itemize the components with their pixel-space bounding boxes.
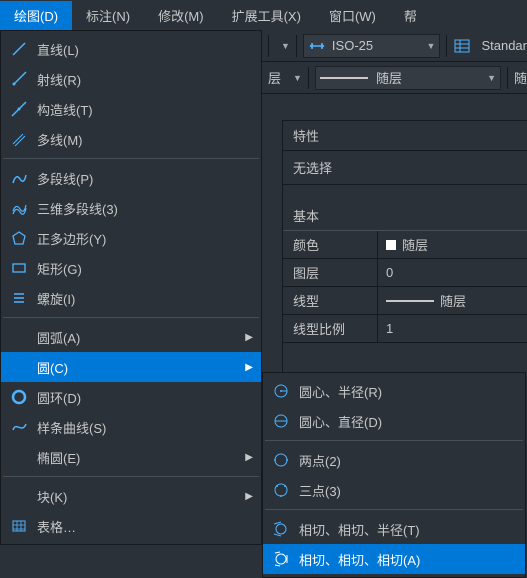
3dpolyline-icon bbox=[9, 198, 29, 218]
prop-layer[interactable]: 图层 0 bbox=[283, 259, 527, 287]
menubar-help[interactable]: 帮 bbox=[390, 1, 431, 30]
menubar-window[interactable]: 窗口(W) bbox=[315, 1, 390, 30]
color-swatch-icon bbox=[386, 240, 396, 250]
menu-ellipse[interactable]: 椭圆(E) ▶ bbox=[1, 442, 261, 472]
submenu-arrow-icon: ▶ bbox=[241, 452, 253, 463]
draw-menu: 直线(L) 射线(R) 构造线(T) 多线(M) 多段线(P) 三维多段线(3)… bbox=[0, 30, 262, 545]
circle-submenu: 圆心、半径(R) 圆心、直径(D) 两点(2) 三点(3) 相切、相切、半径(T… bbox=[262, 372, 526, 578]
polyline-icon bbox=[9, 168, 29, 188]
submenu-3points[interactable]: 三点(3) bbox=[263, 475, 525, 505]
selection-dropdown[interactable]: 无选择 bbox=[283, 151, 527, 185]
table-style-icon[interactable] bbox=[453, 38, 471, 54]
prop-ltscale[interactable]: 线型比例 1 bbox=[283, 315, 527, 343]
menu-3dpolyline[interactable]: 三维多段线(3) bbox=[1, 193, 261, 223]
menu-block[interactable]: 块(K) ▶ bbox=[1, 481, 261, 511]
menu-ray[interactable]: 射线(R) bbox=[1, 64, 261, 94]
submenu-arrow-icon: ▶ bbox=[241, 332, 253, 343]
menubar-modify[interactable]: 修改(M) bbox=[144, 1, 218, 30]
donut-icon bbox=[9, 387, 29, 407]
circle-cd-icon bbox=[271, 411, 291, 431]
dimstyle-dropdown[interactable]: ISO-25 ▼ bbox=[303, 34, 441, 58]
dimension-icon bbox=[308, 39, 326, 53]
menu-table[interactable]: 表格… bbox=[1, 511, 261, 541]
mline-icon bbox=[9, 129, 29, 149]
section-basic: 基本 bbox=[283, 201, 527, 231]
helix-icon bbox=[9, 288, 29, 308]
submenu-arrow-icon: ▶ bbox=[241, 491, 253, 502]
menu-mline[interactable]: 多线(M) bbox=[1, 124, 261, 154]
menu-donut[interactable]: 圆环(D) bbox=[1, 382, 261, 412]
menu-line[interactable]: 直线(L) bbox=[1, 34, 261, 64]
menubar-ext[interactable]: 扩展工具(X) bbox=[218, 1, 315, 30]
xline-icon bbox=[9, 99, 29, 119]
menu-arc[interactable]: 圆弧(A) ▶ bbox=[1, 322, 261, 352]
line-sample-icon bbox=[320, 77, 368, 79]
line-sample-icon bbox=[386, 300, 434, 302]
standard-label: Standar bbox=[481, 38, 527, 53]
submenu-ttt[interactable]: 相切、相切、相切(A) bbox=[263, 544, 525, 574]
menubar-dim[interactable]: 标注(N) bbox=[72, 1, 144, 30]
line-icon bbox=[9, 39, 29, 59]
submenu-arrow-icon: ▶ bbox=[241, 362, 253, 373]
menu-rectangle[interactable]: 矩形(G) bbox=[1, 253, 261, 283]
linetype-dropdown[interactable]: 随层 ▼ bbox=[315, 66, 501, 90]
noselect-label: 无选择 bbox=[293, 158, 332, 177]
submenu-center-radius[interactable]: 圆心、半径(R) bbox=[263, 376, 525, 406]
submenu-2points[interactable]: 两点(2) bbox=[263, 445, 525, 475]
circle-2p-icon bbox=[271, 450, 291, 470]
prop-linetype[interactable]: 线型 随层 bbox=[283, 287, 527, 315]
submenu-ttr[interactable]: 相切、相切、半径(T) bbox=[263, 514, 525, 544]
bylayer-value: 随层 bbox=[376, 68, 402, 87]
menu-xline[interactable]: 构造线(T) bbox=[1, 94, 261, 124]
toolbar-area: ▼ ISO-25 ▼ Standar 层 ▼ 随层 ▼ 随 bbox=[262, 30, 527, 125]
menu-polygon[interactable]: 正多边形(Y) bbox=[1, 223, 261, 253]
spline-icon bbox=[9, 417, 29, 437]
caret-icon: ▼ bbox=[281, 41, 290, 51]
dimstyle-value: ISO-25 bbox=[332, 38, 373, 53]
circle-cr-icon bbox=[271, 381, 291, 401]
menu-circle[interactable]: 圆(C) ▶ bbox=[1, 352, 261, 382]
menubar: 绘图(D) 标注(N) 修改(M) 扩展工具(X) 窗口(W) 帮 bbox=[0, 0, 527, 30]
panel-title: 特性 bbox=[283, 121, 527, 151]
circle-ttr-icon bbox=[271, 519, 291, 539]
table-icon bbox=[9, 516, 29, 536]
menu-helix[interactable]: 螺旋(I) bbox=[1, 283, 261, 313]
by-label: 随 bbox=[514, 68, 527, 87]
polygon-icon bbox=[9, 228, 29, 248]
ray-icon bbox=[9, 69, 29, 89]
menu-spline[interactable]: 样条曲线(S) bbox=[1, 412, 261, 442]
rectangle-icon bbox=[9, 258, 29, 278]
menu-polyline[interactable]: 多段线(P) bbox=[1, 163, 261, 193]
circle-ttt-icon bbox=[271, 549, 291, 569]
prop-color[interactable]: 颜色 随层 bbox=[283, 231, 527, 259]
submenu-center-diameter[interactable]: 圆心、直径(D) bbox=[263, 406, 525, 436]
layer-label: 层 bbox=[268, 68, 281, 87]
circle-3p-icon bbox=[271, 480, 291, 500]
menubar-draw[interactable]: 绘图(D) bbox=[0, 1, 72, 30]
